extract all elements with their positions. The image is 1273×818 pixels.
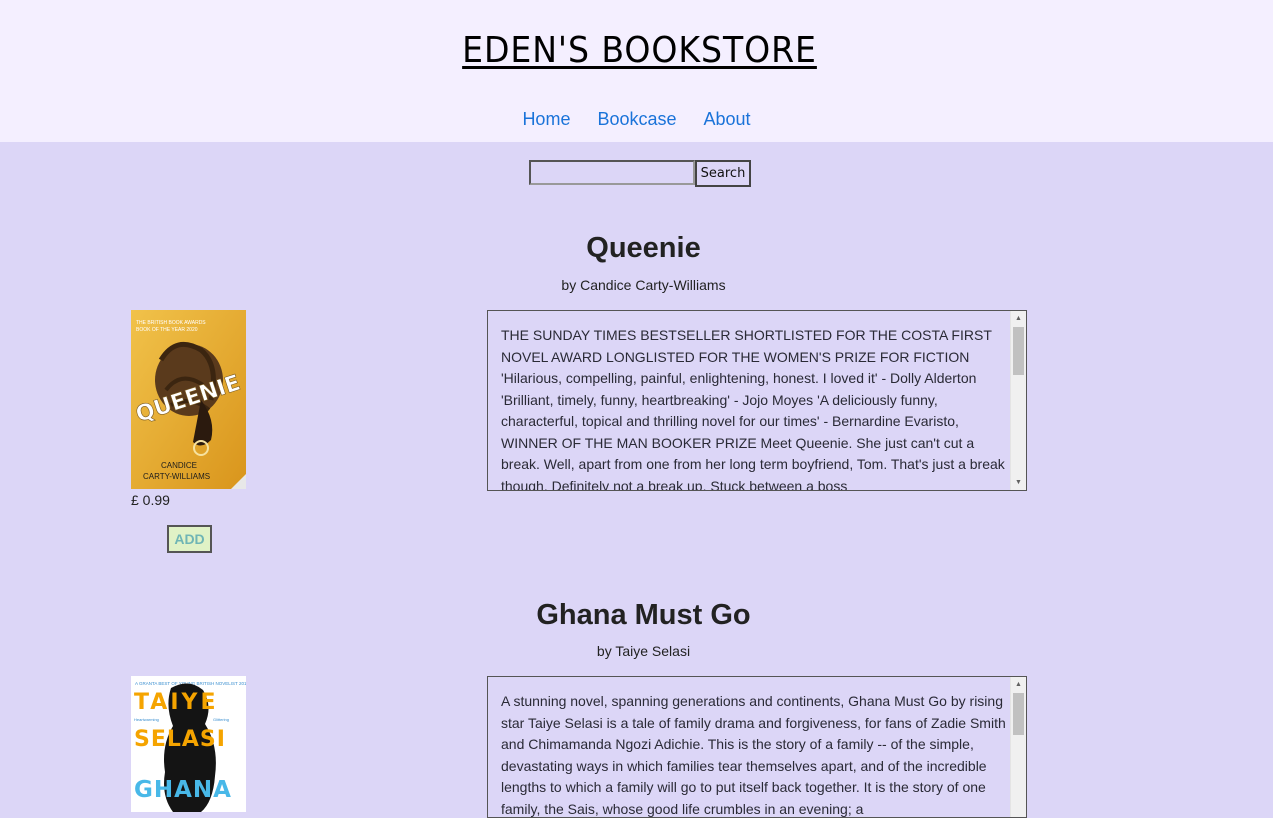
svg-text:GHANA: GHANA (134, 777, 232, 803)
scroll-up-arrow-icon[interactable]: ▲ (1011, 677, 1026, 692)
description-text: THE SUNDAY TIMES BESTSELLER SHORTLISTED … (501, 327, 1005, 491)
scroll-down-arrow-icon[interactable]: ▼ (1011, 475, 1026, 490)
description-text: A stunning novel, spanning generations a… (501, 693, 1006, 817)
search-form: Search (529, 160, 751, 187)
svg-text:CARTY-WILLIAMS: CARTY-WILLIAMS (143, 472, 210, 481)
description-scrollbar[interactable]: ▲ (1010, 677, 1026, 817)
search-button[interactable]: Search (695, 160, 751, 187)
book-description[interactable]: THE SUNDAY TIMES BESTSELLER SHORTLISTED … (487, 310, 1027, 491)
book-author: by Candice Carty-Williams (561, 277, 726, 293)
book-description[interactable]: A stunning novel, spanning generations a… (487, 676, 1027, 818)
search-input[interactable] (529, 160, 695, 185)
description-scrollbar[interactable]: ▲ ▼ (1010, 311, 1026, 490)
scroll-up-arrow-icon[interactable]: ▲ (1011, 311, 1026, 326)
nav-home-link[interactable]: Home (522, 109, 570, 130)
main-nav: Home Bookcase About (0, 109, 1273, 130)
svg-text:CANDICE: CANDICE (161, 461, 197, 470)
nav-about-link[interactable]: About (704, 109, 751, 130)
site-title: EDEN'S BOOKSTORE (462, 30, 817, 71)
svg-text:TAIYE: TAIYE (134, 690, 218, 715)
book-price: £ 0.99 (131, 492, 170, 508)
cover-award-text: THE BRITISH BOOK AWARDS (136, 320, 206, 326)
nav-bookcase-link[interactable]: Bookcase (597, 109, 676, 130)
add-to-cart-button[interactable]: ADD (167, 525, 212, 553)
site-header: EDEN'S BOOKSTORE Home Bookcase About (0, 0, 1273, 142)
svg-text:Heartwarming: Heartwarming (134, 717, 159, 722)
scroll-thumb[interactable] (1013, 327, 1024, 375)
book-cover-image[interactable]: A GRANTA BEST OF YOUNG BRITISH NOVELIST … (131, 676, 246, 812)
book-author: by Taiye Selasi (596, 643, 691, 659)
book-cover-image[interactable]: THE BRITISH BOOK AWARDS BOOK OF THE YEAR… (131, 310, 246, 489)
svg-text:Glittering: Glittering (213, 717, 229, 722)
book-title: Queenie (586, 232, 701, 264)
svg-text:BOOK OF THE YEAR 2020: BOOK OF THE YEAR 2020 (136, 327, 198, 333)
book-title: Ghana Must Go (536, 599, 751, 631)
svg-text:SELASI: SELASI (134, 727, 226, 752)
scroll-thumb[interactable] (1013, 693, 1024, 735)
